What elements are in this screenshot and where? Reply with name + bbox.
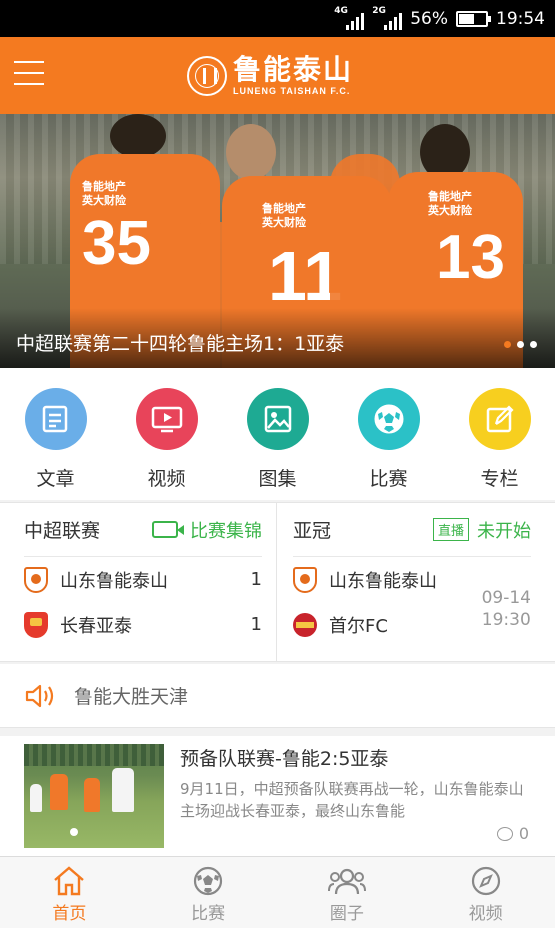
club-logo: 鲁能泰山 LUNENG TAISHAN F.C. [187,53,353,99]
tab-home[interactable]: 首页 [0,857,139,928]
clock: 19:54 [496,8,545,29]
seoul-crest-icon [293,612,317,637]
announcement-bar[interactable]: 鲁能大胜天津 [0,664,555,728]
team-row: 山东鲁能泰山 1 [24,557,262,602]
article-icon [24,388,87,450]
acl-match-card[interactable]: 亚冠 直播 未开始 山东鲁能泰山 首尔FC 09-14 19:30 [276,503,555,661]
changchun-crest-icon [24,611,48,638]
highlights-link[interactable]: 比赛集锦 [152,517,262,543]
tab-match[interactable]: 比赛 [139,857,278,928]
battery-icon [456,10,491,27]
home-icon [54,866,85,896]
club-crest-icon [187,56,227,96]
news-title: 预备队联赛-鲁能2:5亚泰 [180,748,389,770]
pagination-dot[interactable] [504,341,511,348]
banner-caption: 中超联赛第二十四轮鲁能主场1：1亚泰 [16,333,345,355]
csl-match-card[interactable]: 中超联赛 比赛集锦 山东鲁能泰山 1 长春亚泰 1 [0,503,276,661]
app-header: 鲁能泰山 LUNENG TAISHAN F.C. [0,37,555,114]
category-video[interactable]: 视频 [111,368,222,500]
category-match[interactable]: 比赛 [333,368,444,500]
announcement-text: 鲁能大胜天津 [74,686,189,708]
jersey-sponsor: 鲁能地产 英大财险 [82,180,126,207]
community-icon [327,868,366,895]
news-item[interactable]: 预备队联赛-鲁能2:5亚泰 9月11日，中超预备队联赛再战一轮，山东鲁能泰山主场… [0,736,555,856]
category-label: 比赛 [369,468,408,490]
pagination-dot[interactable] [530,341,537,348]
signal-2g-icon: 2G [372,6,403,30]
shandong-crest-icon [24,566,48,593]
match-datetime: 09-14 19:30 [482,587,531,631]
tab-label: 首页 [52,904,87,924]
category-label: 视频 [147,468,186,490]
team-score: 1 [250,569,262,590]
jersey-sponsor: 鲁能地产 英大财险 [428,190,472,217]
bottom-navigation: 首页 比赛 圈子 视频 [0,856,555,928]
speaker-icon [25,684,54,707]
column-icon [468,388,531,450]
soccer-ball-icon [357,388,420,450]
match-status: 未开始 [477,520,531,542]
live-tag: 直播 [432,518,469,541]
soccer-ball-icon [194,866,223,896]
status-bar: 4G 2G 56% 19:54 [0,0,555,37]
live-status[interactable]: 直播 未开始 [432,517,531,543]
comment-icon [496,826,513,841]
match-time: 19:30 [481,610,531,630]
jersey-number: 13 [436,223,505,292]
comment-count[interactable]: 0 [496,824,529,843]
pagination-dot[interactable] [517,341,524,348]
category-label: 专栏 [480,468,519,490]
brand-name-en: LUNENG TAISHAN F.C. [233,86,351,96]
team-score: 1 [250,614,262,635]
tab-label: 圈子 [329,904,364,924]
match-date: 09-14 [481,588,531,608]
compass-icon [471,866,500,896]
battery-percent: 56% [410,8,448,29]
category-article[interactable]: 文章 [0,368,111,500]
status-icons: 4G 2G 56% 19:54 [334,0,545,37]
news-summary: 9月11日，中超预备队联赛再战一轮，山东鲁能泰山主场迎战长春亚泰，最终山东鲁能 [180,780,524,820]
banner-pagination[interactable] [504,341,537,348]
category-column[interactable]: 专栏 [444,368,555,500]
tab-video[interactable]: 视频 [416,857,555,928]
highlights-label: 比赛集锦 [190,520,262,542]
category-label: 图集 [258,468,297,490]
signal-4g-icon: 4G [334,6,365,30]
shandong-crest-icon [293,566,317,593]
category-label: 文章 [36,468,75,490]
team-name: 长春亚泰 [60,615,132,637]
league-title: 中超联赛 [24,520,101,542]
video-camera-icon [152,521,184,538]
brand-name-cn: 鲁能泰山 [233,53,354,86]
match-cards: 中超联赛 比赛集锦 山东鲁能泰山 1 长春亚泰 1 亚冠 直播 未开始 山东鲁能… [0,502,555,662]
news-thumbnail [24,744,164,848]
tab-community[interactable]: 圈子 [278,857,417,928]
hero-banner[interactable]: 鲁能地产 英大财险 35 鲁能地产 英大财险 11 鲁能地产 英大财险 13 中超联赛… [0,114,555,368]
jersey-number: 35 [82,209,151,278]
category-gallery[interactable]: 图集 [222,368,333,500]
gallery-icon [246,388,309,450]
team-row: 长春亚泰 1 [24,602,262,647]
tab-label: 视频 [468,904,503,924]
league-title: 亚冠 [293,520,332,542]
video-icon [135,388,198,450]
team-name: 山东鲁能泰山 [60,570,168,592]
jersey-sponsor: 鲁能地产 英大财险 [262,202,306,229]
tab-label: 比赛 [191,904,226,924]
comment-number: 0 [518,824,529,843]
menu-icon[interactable] [14,61,44,87]
category-shortcuts: 文章 视频 图集 比赛 专栏 [0,368,555,500]
